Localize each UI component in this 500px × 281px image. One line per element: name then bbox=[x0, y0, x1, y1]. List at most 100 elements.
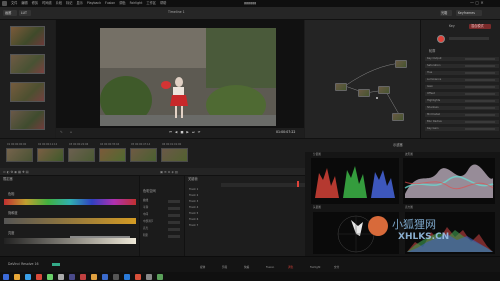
page-tab-active[interactable]: 调色 bbox=[288, 266, 293, 270]
window-controls[interactable]: — ▢ ✕ bbox=[470, 1, 484, 5]
lightbox-button[interactable]: 光箱 bbox=[440, 10, 452, 16]
playback-controls[interactable]: ⏮ ◀ ■ ▶ ⏭ ⟳ bbox=[169, 130, 201, 134]
app-icon[interactable] bbox=[69, 273, 75, 280]
menu-item[interactable]: 修剪 bbox=[32, 1, 38, 5]
inspector-row[interactable]: Key Gain bbox=[425, 127, 499, 131]
inspector-row[interactable]: Key Output bbox=[425, 57, 499, 61]
app-icon[interactable] bbox=[47, 273, 53, 280]
blend-mode-select[interactable]: 混合模式 bbox=[469, 24, 491, 29]
parade-scope bbox=[311, 158, 399, 204]
menu-item[interactable]: Fusion bbox=[105, 1, 115, 5]
inspector-row[interactable]: Saturation bbox=[425, 64, 499, 68]
app-logo-icon bbox=[2, 1, 7, 6]
inspector-row[interactable]: Mid Detail bbox=[425, 113, 499, 117]
inspector-row[interactable]: Shadows bbox=[425, 106, 499, 110]
page-tab[interactable]: Fusion bbox=[266, 266, 274, 270]
gallery-still[interactable] bbox=[10, 110, 45, 130]
track-label[interactable]: Track 7 bbox=[189, 224, 198, 228]
start-icon[interactable] bbox=[3, 273, 9, 280]
menu-item[interactable]: Playback bbox=[87, 1, 101, 5]
property-field[interactable] bbox=[168, 221, 180, 224]
timeline-name[interactable]: Timeline 1 bbox=[168, 10, 185, 14]
page-tab[interactable]: Fairlight bbox=[310, 266, 320, 270]
property-field[interactable] bbox=[168, 228, 180, 231]
hue-label: 色相 bbox=[8, 192, 15, 196]
gallery-still[interactable] bbox=[10, 82, 45, 102]
node-01[interactable] bbox=[395, 60, 407, 68]
folder-icon[interactable] bbox=[14, 273, 20, 280]
track-label[interactable]: Track 4 bbox=[189, 206, 198, 210]
lum-gradient[interactable] bbox=[4, 238, 136, 244]
track-label[interactable]: Track 6 bbox=[189, 218, 198, 222]
clip-thumbnail[interactable] bbox=[99, 148, 126, 162]
keyframe-ruler[interactable] bbox=[221, 183, 305, 187]
inspector-row[interactable]: Hue bbox=[425, 71, 499, 75]
clip-thumbnail[interactable] bbox=[6, 148, 33, 162]
lum-range-handle[interactable] bbox=[70, 236, 130, 238]
node-editor[interactable] bbox=[305, 20, 420, 138]
page-tab[interactable]: 快编 bbox=[244, 266, 249, 270]
clip-thumbnail[interactable] bbox=[68, 148, 95, 162]
gallery-still[interactable] bbox=[10, 54, 45, 74]
app-icon[interactable] bbox=[135, 273, 141, 280]
page-tab[interactable]: 剪辑 bbox=[222, 266, 227, 270]
browser-icon[interactable] bbox=[25, 273, 31, 280]
hue-gradient[interactable] bbox=[4, 199, 136, 205]
menu-item[interactable]: 调色 bbox=[119, 1, 125, 5]
menu-item[interactable]: 编辑 bbox=[21, 1, 27, 5]
gallery-button[interactable]: 画廊 bbox=[3, 10, 17, 16]
icon-row[interactable]: ⊙ ◐ ✿ ◉ ▦ ✚ ▤ bbox=[3, 170, 29, 174]
menu-item[interactable]: Fairlight bbox=[130, 1, 143, 5]
menu-item[interactable]: 帮助 bbox=[160, 1, 166, 5]
inspector-row[interactable]: Gain bbox=[425, 85, 499, 89]
app-icon[interactable] bbox=[102, 273, 108, 280]
property-field[interactable] bbox=[168, 207, 180, 210]
app-icon[interactable] bbox=[36, 273, 42, 280]
node-04[interactable] bbox=[378, 86, 390, 94]
sat-gradient[interactable] bbox=[4, 218, 136, 224]
app-icon[interactable] bbox=[146, 273, 152, 280]
icon-row-2[interactable]: ▣ ⊕ ⊗ ◈ ▨ bbox=[160, 170, 178, 174]
clip-thumbnail[interactable] bbox=[37, 148, 64, 162]
menu-item[interactable]: 显示 bbox=[76, 1, 82, 5]
gallery-still[interactable] bbox=[10, 26, 45, 46]
node-02[interactable] bbox=[335, 83, 347, 91]
track-label[interactable]: Track 5 bbox=[189, 212, 198, 216]
property-field[interactable] bbox=[168, 200, 180, 203]
keyframes-button[interactable]: Keyframes bbox=[456, 10, 482, 16]
track-label[interactable]: Track 1 bbox=[189, 188, 198, 192]
node-03[interactable] bbox=[358, 89, 370, 97]
window-title: gggggg bbox=[244, 1, 257, 5]
inspector-row[interactable]: Offset bbox=[425, 92, 499, 96]
inspector-row[interactable]: Highlights bbox=[425, 99, 499, 103]
lut-button[interactable]: LUT bbox=[19, 10, 31, 16]
menu-item[interactable]: 时间线 bbox=[42, 1, 52, 5]
app-icon[interactable] bbox=[157, 273, 163, 280]
app-icon[interactable] bbox=[80, 273, 86, 280]
menu-item[interactable]: 标记 bbox=[66, 1, 72, 5]
hand-icon[interactable]: ⌂ bbox=[70, 130, 72, 134]
property-field[interactable] bbox=[168, 235, 180, 238]
property-field[interactable] bbox=[168, 214, 180, 217]
clip-thumbnail[interactable] bbox=[161, 148, 188, 162]
menu-item[interactable]: 片段 bbox=[56, 1, 62, 5]
menu-item[interactable]: 工作区 bbox=[146, 1, 156, 5]
clip-label: 03 00:00:22:06 bbox=[69, 143, 89, 146]
page-tab[interactable]: 媒体 bbox=[200, 266, 205, 270]
app-icon[interactable] bbox=[91, 273, 97, 280]
key-node-icon[interactable] bbox=[437, 35, 445, 43]
app-icon[interactable] bbox=[124, 273, 130, 280]
menu-item[interactable]: 文件 bbox=[11, 1, 17, 5]
wand-icon[interactable]: ✎ bbox=[60, 130, 63, 134]
track-label[interactable]: Track 3 bbox=[189, 200, 198, 204]
track-label[interactable]: Track 2 bbox=[189, 194, 198, 198]
app-icon[interactable] bbox=[58, 273, 64, 280]
node-05[interactable] bbox=[392, 113, 404, 121]
viewer[interactable] bbox=[56, 20, 304, 128]
app-icon[interactable] bbox=[113, 273, 119, 280]
inspector-row[interactable]: Blur Radius bbox=[425, 120, 499, 124]
playhead[interactable] bbox=[297, 181, 299, 187]
clip-thumbnail[interactable] bbox=[130, 148, 157, 162]
page-tab[interactable]: 交付 bbox=[334, 266, 339, 270]
inspector-row[interactable]: Luminance bbox=[425, 78, 499, 82]
